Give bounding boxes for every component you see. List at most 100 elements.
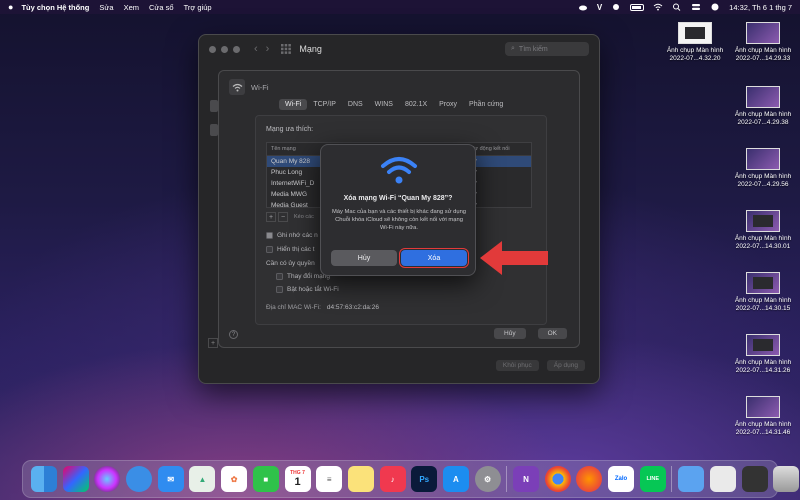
remember-networks-label: Ghi nhớ các n: [277, 232, 318, 239]
zoom-button[interactable]: [233, 45, 240, 53]
remember-networks-checkbox[interactable]: [266, 232, 273, 239]
window-title: Mạng: [299, 44, 322, 54]
notes-icon[interactable]: [347, 466, 374, 492]
zalo-icon[interactable]: Zalo: [608, 466, 635, 492]
tab-proxy[interactable]: Proxy: [433, 99, 463, 110]
traffic-lights: [209, 45, 240, 53]
line-icon[interactable]: LINE: [639, 466, 666, 492]
sheet-ok-button[interactable]: OK: [537, 328, 567, 339]
app-store-icon[interactable]: A: [442, 466, 469, 492]
menu-window[interactable]: Cửa sổ: [149, 3, 174, 12]
control-center-icon[interactable]: [691, 3, 701, 11]
onenote-icon[interactable]: N: [513, 466, 539, 492]
sidebar-service-icon[interactable]: [210, 124, 218, 136]
menu-view[interactable]: Xem: [124, 3, 139, 12]
drop-icon[interactable]: [611, 3, 621, 11]
desktop-screenshot-file[interactable]: Ảnh chụp Màn hình 2022-07...4.29.56: [728, 148, 798, 189]
toggle-wifi-option[interactable]: Bật hoặc tắt Wi-Fi: [276, 286, 339, 293]
trash-icon[interactable]: [773, 466, 800, 492]
file-caption: Ảnh chụp Màn hình 2022-07...4.29.56: [734, 173, 792, 189]
photos-icon[interactable]: ✿: [221, 466, 248, 492]
search-placeholder: Tìm kiếm: [518, 45, 548, 53]
column-auto-join[interactable]: Tự động kết nối: [471, 146, 510, 152]
search-icon[interactable]: [672, 3, 682, 11]
toggle-wifi-checkbox[interactable]: [276, 286, 283, 293]
show-legacy-checkbox[interactable]: [266, 246, 273, 253]
add-network-button[interactable]: +: [266, 212, 276, 222]
admin-required-label: Cần có ủy quyền: [266, 260, 315, 267]
sidebar-service-icon[interactable]: [210, 100, 218, 112]
siri-dock-icon[interactable]: [94, 466, 121, 492]
recent-screenshot-icon[interactable]: [709, 466, 736, 492]
chrome-icon[interactable]: [544, 466, 571, 492]
search-input[interactable]: ⌕ Tìm kiếm: [505, 42, 589, 56]
menu-help[interactable]: Trợ giúp: [184, 3, 212, 12]
grid-icon[interactable]: [281, 44, 292, 54]
change-networks-checkbox[interactable]: [276, 273, 283, 280]
revert-button[interactable]: Khôi phục: [495, 360, 539, 371]
facetime-icon[interactable]: ■: [252, 466, 279, 492]
firefox-icon[interactable]: [576, 466, 603, 492]
desktop-screenshot-file[interactable]: Ảnh chụp Màn hình 2022-07...4.32.20: [660, 22, 730, 63]
tab-wifi[interactable]: Wi-Fi: [279, 99, 308, 110]
sheet-buttons: Hủy OK: [494, 328, 567, 339]
recent-file-icon[interactable]: [741, 466, 768, 492]
apply-button[interactable]: Áp dụng: [546, 360, 585, 371]
tab-hardware[interactable]: Phần cứng: [463, 99, 509, 110]
remember-networks-option[interactable]: Ghi nhớ các n: [266, 232, 318, 239]
desktop-screenshot-file[interactable]: Ảnh chụp Màn hình 2022-07...14.31.26: [728, 334, 798, 375]
system-preferences-icon[interactable]: ⚙: [474, 466, 501, 492]
music-icon[interactable]: ♪: [379, 466, 406, 492]
show-legacy-option[interactable]: Hiển thị các t: [266, 246, 315, 253]
photoshop-icon[interactable]: Ps: [411, 466, 438, 492]
add-service-button[interactable]: +: [208, 338, 218, 348]
launchpad-icon[interactable]: [62, 466, 89, 492]
desktop-screenshot-file[interactable]: Ảnh chụp Màn hình 2022-07...14.30.01: [728, 210, 798, 251]
calendar-icon[interactable]: THG 71: [284, 466, 311, 492]
tab-tcpip[interactable]: TCP/IP: [307, 99, 342, 110]
dialog-remove-button[interactable]: Xóa: [398, 247, 470, 269]
safari-icon[interactable]: [126, 466, 153, 492]
drag-hint: Kéo các: [294, 214, 314, 220]
file-caption: Ảnh chụp Màn hình 2022-07...4.29.38: [734, 111, 792, 127]
cloud-icon[interactable]: [578, 3, 588, 11]
downloads-folder-icon[interactable]: [678, 466, 705, 492]
dialog-cancel-button[interactable]: Hủy: [331, 250, 397, 266]
help-button[interactable]: ?: [229, 330, 238, 339]
desktop-screenshot-file[interactable]: Ảnh chụp Màn hình 2022-07...4.29.38: [728, 86, 798, 127]
file-caption: Ảnh chụp Màn hình 2022-07...14.29.33: [734, 47, 792, 63]
desktop-screenshot-file[interactable]: Ảnh chụp Màn hình 2022-07...14.31.46: [728, 396, 798, 437]
remove-network-button[interactable]: −: [278, 212, 288, 222]
back-arrow-icon[interactable]: ‹: [254, 43, 258, 55]
screenshot-thumbnail: [746, 272, 780, 294]
sheet-header: Wi-Fi: [229, 79, 269, 95]
tab-dns[interactable]: DNS: [342, 99, 369, 110]
apple-menu-icon[interactable]: ●: [8, 2, 13, 12]
menu-app-name[interactable]: Tùy chọn Hệ thống: [21, 3, 89, 12]
desktop-screenshot-file[interactable]: Ảnh chụp Màn hình 2022-07...14.29.33: [728, 22, 798, 63]
screenshot-thumbnail: [746, 210, 780, 232]
menu-edit[interactable]: Sửa: [99, 3, 113, 12]
mail-icon[interactable]: ✉: [157, 466, 184, 492]
screenshot-thumbnail: [746, 396, 780, 418]
desktop-screenshot-file[interactable]: Ảnh chụp Màn hình 2022-07...14.30.15: [728, 272, 798, 313]
battery-icon[interactable]: [630, 3, 645, 11]
menu-clock[interactable]: 14:32, Th 6 1 thg 7: [729, 3, 792, 12]
minimize-button[interactable]: [221, 45, 228, 53]
reminders-icon[interactable]: ≡: [316, 466, 343, 492]
wifi-icon[interactable]: [653, 3, 663, 11]
window-titlebar: ‹ › Mạng ⌕ Tìm kiếm: [199, 35, 599, 63]
finder-icon[interactable]: [31, 466, 57, 492]
tab-8021x[interactable]: 802.1X: [399, 99, 433, 110]
sheet-cancel-button[interactable]: Hủy: [494, 328, 526, 339]
mac-address-label: Địa chỉ MAC Wi-Fi:: [266, 304, 321, 311]
add-remove-controls: + − Kéo các: [266, 212, 314, 222]
siri-icon[interactable]: [710, 3, 720, 11]
dock-separator: [671, 466, 673, 492]
vpn-icon[interactable]: V: [597, 3, 602, 12]
maps-icon[interactable]: ▲: [189, 466, 216, 492]
tab-wins[interactable]: WINS: [369, 99, 399, 110]
close-button[interactable]: [209, 45, 216, 53]
forward-arrow-icon[interactable]: ›: [266, 43, 270, 55]
admin-required-text: Cần có ủy quyền: [266, 260, 315, 267]
